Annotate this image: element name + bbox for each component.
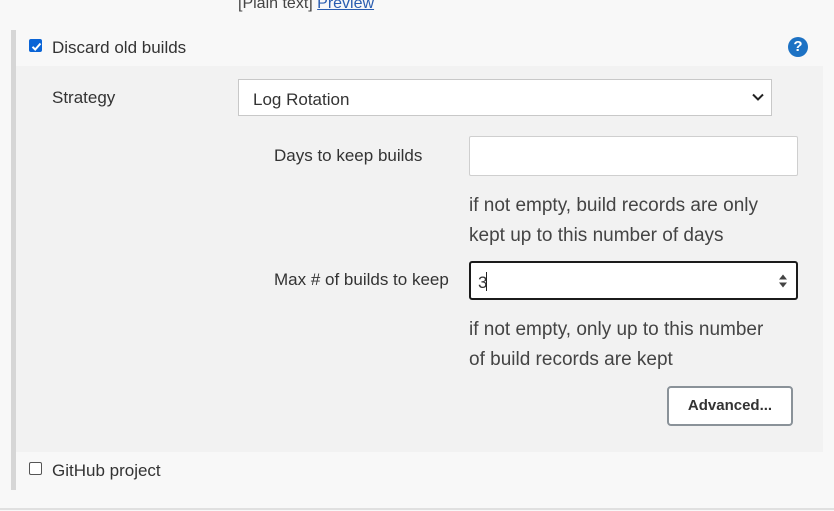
strategy-label: Strategy xyxy=(52,88,116,107)
days-to-keep-input[interactable] xyxy=(469,136,798,176)
plain-text-label: [Plain text] xyxy=(238,0,313,12)
github-project-label[interactable]: GitHub project xyxy=(52,461,161,481)
question-circle-icon[interactable]: ? xyxy=(788,37,808,57)
checkmark-icon xyxy=(31,42,42,51)
strategy-selected-value: Log Rotation xyxy=(253,90,350,109)
max-help-line-2: of build records are kept xyxy=(469,349,673,370)
max-builds-input[interactable]: 3 xyxy=(469,261,798,300)
max-builds-label: Max # of builds to keep xyxy=(274,270,449,289)
discard-old-builds-checkbox[interactable] xyxy=(29,39,42,52)
days-help-text: if not empty, build records are only kep… xyxy=(469,191,758,251)
divider xyxy=(0,508,834,510)
days-help-line-2: kept up to this number of days xyxy=(469,225,724,246)
max-builds-help-text: if not empty, only up to this number of … xyxy=(469,315,763,375)
number-spinner-icon[interactable] xyxy=(778,273,788,289)
days-to-keep-label: Days to keep builds xyxy=(274,146,423,165)
chevron-down-icon xyxy=(752,93,764,101)
days-help-line-1: if not empty, build records are only xyxy=(469,195,759,216)
preview-link[interactable]: Preview xyxy=(317,0,374,12)
description-format-links: [Plain text] Preview xyxy=(238,0,374,13)
advanced-button[interactable]: Advanced... xyxy=(667,386,793,426)
github-project-checkbox[interactable] xyxy=(29,462,42,475)
max-help-line-1: if not empty, only up to this number xyxy=(469,319,764,340)
strategy-select[interactable]: Log Rotation xyxy=(238,79,772,116)
discard-old-builds-label[interactable]: Discard old builds xyxy=(52,38,186,58)
text-cursor xyxy=(486,272,487,291)
